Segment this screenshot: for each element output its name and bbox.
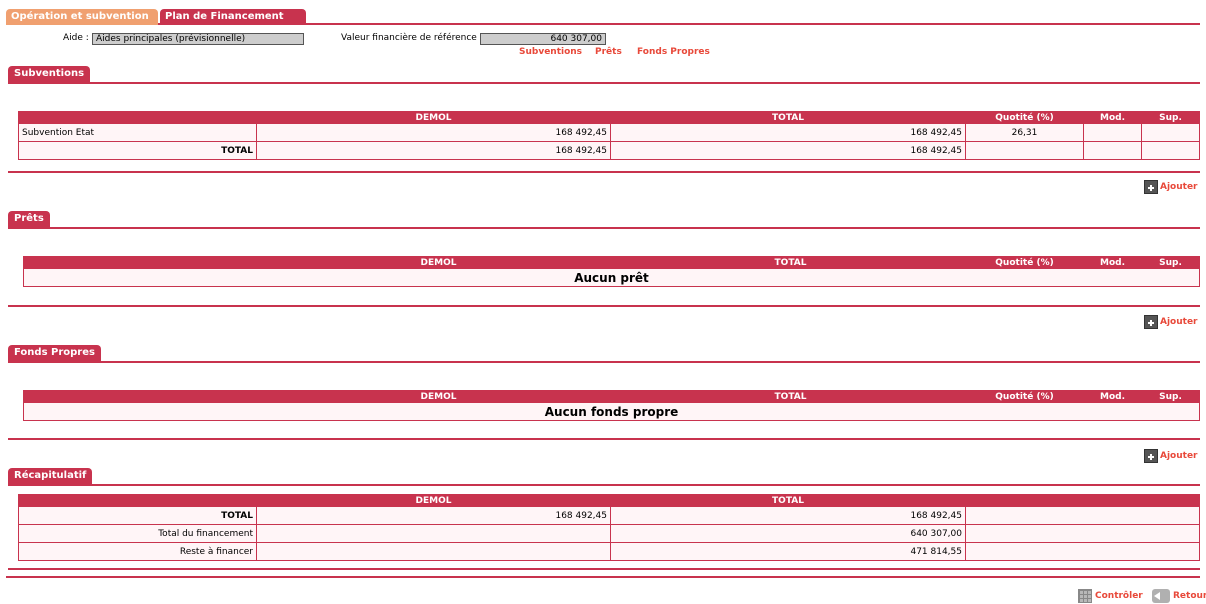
table-row: TOTAL 168 492,45 168 492,45 <box>18 506 1200 525</box>
section-bottom-line <box>8 171 1200 173</box>
col-demol: DEMOL <box>261 256 616 269</box>
section-bottom-line <box>8 568 1200 570</box>
col-demol: DEMOL <box>256 111 611 124</box>
recap-label: TOTAL <box>18 506 257 525</box>
tab-plan-financement[interactable]: Plan de Financement <box>160 9 306 25</box>
tab-bar: Opération et subvention Plan de Financem… <box>6 9 1200 25</box>
subventions-table: DEMOL TOTAL Quotité (%) Mod. Sup. Subven… <box>18 111 1200 160</box>
valeur-reference-field[interactable]: 640 307,00 <box>480 33 606 45</box>
add-icon <box>1144 449 1158 463</box>
retour-button[interactable]: Retour <box>1152 588 1206 604</box>
total-total: 168 492,45 <box>610 141 966 160</box>
table-header-row: DEMOL TOTAL <box>18 494 1200 507</box>
col-mod: Mod. <box>1083 256 1142 269</box>
recap-demol <box>256 524 611 543</box>
table-total-row: TOTAL 168 492,45 168 492,45 <box>18 141 1200 160</box>
ajouter-label: Ajouter <box>1160 451 1198 461</box>
row-label: Subvention Etat <box>18 123 257 142</box>
section-divider <box>8 484 1200 486</box>
calculator-icon <box>1078 589 1092 603</box>
ajouter-subvention-button[interactable]: Ajouter <box>1144 180 1198 194</box>
col-mod: Mod. <box>1083 111 1142 124</box>
row-sup[interactable] <box>1141 123 1200 142</box>
empty-message: Aucun prêt <box>23 268 1200 287</box>
empty-message: Aucun fonds propre <box>23 402 1200 421</box>
controler-label: Contrôler <box>1095 591 1143 601</box>
row-quotite: 26,31 <box>965 123 1084 142</box>
section-divider <box>8 82 1200 84</box>
back-arrow-icon <box>1152 589 1170 603</box>
section-bottom-line <box>8 305 1200 307</box>
section-title-fonds-propres: Fonds Propres <box>8 345 101 361</box>
link-subventions[interactable]: Subventions <box>519 47 582 57</box>
col-sup: Sup. <box>1141 390 1200 403</box>
col-mod: Mod. <box>1083 390 1142 403</box>
empty-row: Aucun prêt <box>23 268 1200 287</box>
col-total: TOTAL <box>610 494 966 507</box>
col-demol: DEMOL <box>256 494 611 507</box>
col-quotite: Quotité (%) <box>965 390 1084 403</box>
table-row: Total du financement 640 307,00 <box>18 524 1200 543</box>
aide-label: Aide : <box>63 33 89 43</box>
retour-label: Retour <box>1173 591 1206 601</box>
recap-demol <box>256 542 611 561</box>
table-header-row: DEMOL TOTAL Quotité (%) Mod. Sup. <box>18 111 1200 124</box>
fonds-propres-table: DEMOL TOTAL Quotité (%) Mod. Sup. Aucun … <box>23 390 1200 421</box>
table-header-row: DEMOL TOTAL Quotité (%) Mod. Sup. <box>23 256 1200 269</box>
col-sup: Sup. <box>1141 111 1200 124</box>
row-total: 168 492,45 <box>610 123 966 142</box>
table-row: Subvention Etat 168 492,45 168 492,45 26… <box>18 123 1200 142</box>
recap-table: DEMOL TOTAL TOTAL 168 492,45 168 492,45 … <box>18 494 1200 561</box>
add-icon <box>1144 315 1158 329</box>
link-prets[interactable]: Prêts <box>595 47 622 57</box>
section-title-prets: Prêts <box>8 211 50 227</box>
col-demol: DEMOL <box>261 390 616 403</box>
recap-total: 471 814,55 <box>610 542 966 561</box>
total-demol: 168 492,45 <box>256 141 611 160</box>
col-total: TOTAL <box>610 111 966 124</box>
col-total: TOTAL <box>615 256 966 269</box>
footer-divider <box>6 576 1200 578</box>
recap-label: Reste à financer <box>18 542 257 561</box>
col-sup: Sup. <box>1141 256 1200 269</box>
recap-label: Total du financement <box>18 524 257 543</box>
prets-table: DEMOL TOTAL Quotité (%) Mod. Sup. Aucun … <box>23 256 1200 287</box>
aide-field[interactable]: Aides principales (prévisionnelle) <box>92 33 304 45</box>
table-row: Reste à financer 471 814,55 <box>18 542 1200 561</box>
add-icon <box>1144 180 1158 194</box>
recap-total: 168 492,45 <box>610 506 966 525</box>
section-divider <box>8 361 1200 363</box>
valeur-reference-label: Valeur financière de référence : <box>341 33 483 43</box>
recap-total: 640 307,00 <box>610 524 966 543</box>
ajouter-pret-button[interactable]: Ajouter <box>1144 315 1198 329</box>
tab-operation-subvention[interactable]: Opération et subvention <box>6 9 158 25</box>
controler-button[interactable]: Contrôler <box>1078 588 1143 604</box>
ajouter-label: Ajouter <box>1160 182 1198 192</box>
section-bottom-line <box>8 438 1200 440</box>
row-demol: 168 492,45 <box>256 123 611 142</box>
ajouter-label: Ajouter <box>1160 317 1198 327</box>
col-quotite: Quotité (%) <box>965 256 1084 269</box>
section-divider <box>8 227 1200 229</box>
link-fonds-propres[interactable]: Fonds Propres <box>637 47 710 57</box>
recap-demol: 168 492,45 <box>256 506 611 525</box>
empty-row: Aucun fonds propre <box>23 402 1200 421</box>
ajouter-fonds-button[interactable]: Ajouter <box>1144 449 1198 463</box>
col-quotite: Quotité (%) <box>965 111 1084 124</box>
row-mod[interactable] <box>1083 123 1142 142</box>
table-header-row: DEMOL TOTAL Quotité (%) Mod. Sup. <box>23 390 1200 403</box>
total-label: TOTAL <box>18 141 257 160</box>
section-title-recapitulatif: Récapitulatif <box>8 468 93 484</box>
section-title-subventions: Subventions <box>8 66 91 82</box>
col-total: TOTAL <box>615 390 966 403</box>
